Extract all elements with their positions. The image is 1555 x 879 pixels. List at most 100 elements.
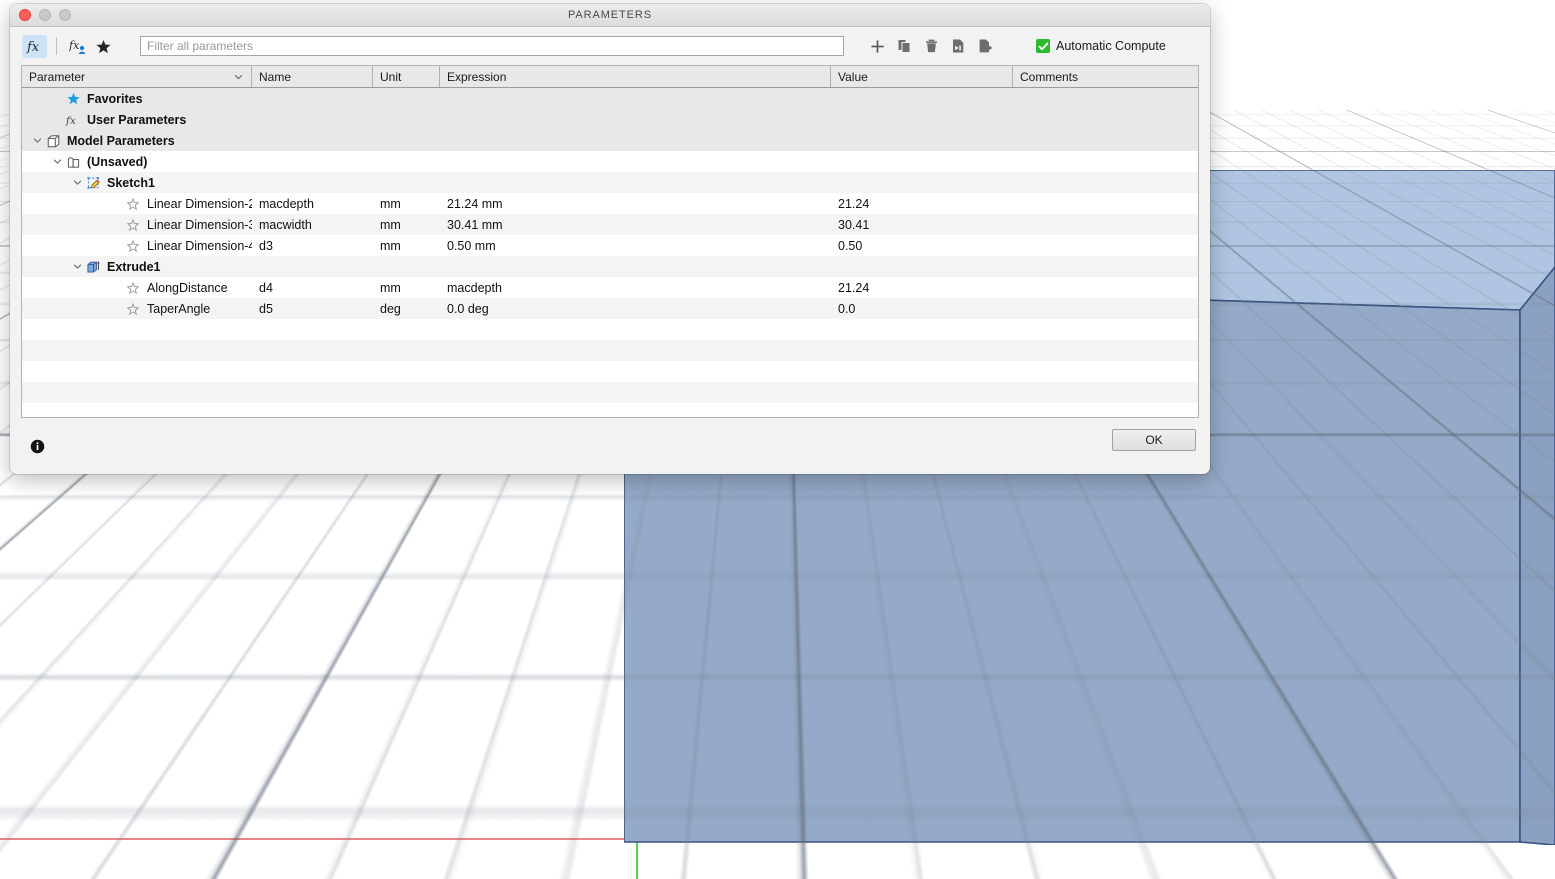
expand-collapse-toggle[interactable] <box>70 178 84 187</box>
cell-parameter: fx User Parameters <box>22 113 252 127</box>
add-button[interactable] <box>865 35 890 58</box>
cell-value: d3 <box>259 238 273 253</box>
automatic-compute-label: Automatic Compute <box>1056 39 1166 53</box>
tree-node[interactable]: AlongDistance <box>22 281 228 295</box>
cell-name: d5 <box>252 302 373 316</box>
cell-parameter: Model Parameters <box>22 134 252 148</box>
tree-node[interactable]: Sketch1 <box>22 176 155 190</box>
tree-node[interactable]: Linear Dimension-2 <box>22 197 252 211</box>
extrude-icon <box>84 260 102 274</box>
column-header-label: Unit <box>380 69 402 84</box>
table-row[interactable]: AlongDistance d4 mm macdepth 21.24 <box>22 277 1198 298</box>
expand-collapse-toggle[interactable] <box>30 136 44 145</box>
tree-node-label: (Unsaved) <box>87 154 148 169</box>
column-header-value[interactable]: Value <box>831 66 1013 87</box>
tree-node[interactable]: (Unsaved) <box>22 155 147 169</box>
cell-expression: 21.24 mm <box>440 197 831 211</box>
column-header-label: Name <box>259 69 292 84</box>
expand-collapse-toggle[interactable] <box>50 157 64 166</box>
column-header-parameter[interactable]: Parameter <box>22 66 252 87</box>
parameters-table[interactable]: Parameter Name Unit Expression Value Comments… <box>21 65 1199 418</box>
table-row[interactable]: (Unsaved) <box>22 151 1198 172</box>
tree-node-label: Model Parameters <box>67 133 175 148</box>
table-header-row: Parameter Name Unit Expression Value Comments <box>22 66 1198 88</box>
new-user-parameter-button[interactable]: fx <box>22 34 47 58</box>
automatic-compute-toggle[interactable]: Automatic Compute <box>1036 39 1166 53</box>
tree-node[interactable]: Linear Dimension-3 <box>22 218 252 232</box>
tree-node-label: Sketch1 <box>107 175 155 190</box>
cube-outline-icon <box>44 134 62 148</box>
table-row[interactable]: TaperAngle d5 deg 0.0 deg 0.0 <box>22 298 1198 319</box>
cube-outline-icon <box>47 134 59 147</box>
star-outline-icon <box>127 197 139 210</box>
column-header-comments[interactable]: Comments <box>1013 66 1196 87</box>
delete-button[interactable] <box>919 35 944 58</box>
table-row[interactable]: Extrude1 <box>22 256 1198 277</box>
column-header-label: Parameter <box>29 69 86 84</box>
cell-expression: 0.0 deg <box>440 302 831 316</box>
export-button[interactable] <box>973 35 998 58</box>
cell-value: d5 <box>259 301 273 316</box>
plus-icon <box>871 39 884 53</box>
table-row[interactable]: Sketch1 <box>22 172 1198 193</box>
ok-button[interactable]: OK <box>1112 429 1196 451</box>
column-header-unit[interactable]: Unit <box>373 66 440 87</box>
tree-node[interactable]: Favorites <box>22 92 143 106</box>
tree-node[interactable]: TaperAngle <box>22 302 210 316</box>
import-button[interactable] <box>946 35 971 58</box>
cell-expression: macdepth <box>440 281 831 295</box>
star-outline-icon <box>124 197 142 210</box>
column-header-expression[interactable]: Expression <box>440 66 831 87</box>
cell-value: mm <box>380 217 401 232</box>
automatic-compute-checkbox[interactable] <box>1036 39 1050 53</box>
table-row[interactable]: Linear Dimension-2 macdepth mm 21.24 mm 21.2… <box>22 193 1198 214</box>
parameters-dialog[interactable]: PARAMETERS fx fx Filter all parameters A… <box>10 4 1210 474</box>
table-row[interactable]: Favorites <box>22 88 1198 109</box>
cell-expression: 0.50 mm <box>440 239 831 253</box>
star-outline-icon <box>124 281 142 294</box>
cell-value: 0.50 mm <box>447 238 496 253</box>
column-header-name[interactable]: Name <box>252 66 373 87</box>
trash-icon <box>926 39 937 53</box>
expand-collapse-toggle[interactable] <box>70 262 84 271</box>
fx-icon: fx <box>64 113 82 127</box>
table-row[interactable]: Linear Dimension-3 macwidth mm 30.41 mm 30.4… <box>22 214 1198 235</box>
table-body[interactable]: Favorites fx User Parameters Model Paramete… <box>22 88 1198 417</box>
tree-node[interactable]: fx User Parameters <box>22 113 186 127</box>
favorites-button[interactable] <box>91 35 116 58</box>
info-icon[interactable] <box>30 439 45 454</box>
cell-parameter: Linear Dimension-4 <box>22 239 252 253</box>
tree-node[interactable]: Linear Dimension-4 <box>22 239 252 253</box>
cell-value: macdepth <box>447 280 502 295</box>
dialog-titlebar[interactable]: PARAMETERS <box>10 4 1210 27</box>
star-outline-icon <box>124 302 142 315</box>
cell-value: 0.0 <box>838 301 856 316</box>
dialog-toolbar[interactable]: fx fx Filter all parameters Automatic Co… <box>10 27 1210 65</box>
star-outline-icon <box>127 218 139 231</box>
cell-value: mm <box>380 280 401 295</box>
cell-parameter: Linear Dimension-3 <box>22 218 252 232</box>
sort-chevron-down-icon[interactable] <box>234 72 243 81</box>
table-row-empty <box>22 361 1198 382</box>
fx-icon: fx <box>65 114 76 127</box>
cell-value: mm <box>380 196 401 211</box>
search-input[interactable] <box>140 36 844 56</box>
cell-unit: mm <box>373 239 440 253</box>
tree-node[interactable]: Extrude1 <box>22 260 161 274</box>
tree-node-label: TaperAngle <box>147 301 211 316</box>
cell-value: 0.50 <box>831 239 1013 253</box>
tree-node[interactable]: Model Parameters <box>22 134 175 148</box>
star-filled-icon <box>66 92 80 105</box>
fx-icon: fx <box>26 40 40 54</box>
table-row[interactable]: Model Parameters <box>22 130 1198 151</box>
cell-value: 30.41 mm <box>447 217 503 232</box>
x-axis-line <box>0 838 640 840</box>
table-row[interactable]: fx User Parameters <box>22 109 1198 130</box>
table-row[interactable]: Linear Dimension-4 d3 mm 0.50 mm 0.50 <box>22 235 1198 256</box>
column-header-label: Comments <box>1020 69 1079 84</box>
star-icon <box>96 39 111 53</box>
duplicate-button[interactable] <box>892 35 917 58</box>
new-user-parameter-person-button[interactable]: fx <box>66 35 91 58</box>
cell-value: deg <box>380 301 401 316</box>
toolbar-actions[interactable] <box>865 35 998 58</box>
